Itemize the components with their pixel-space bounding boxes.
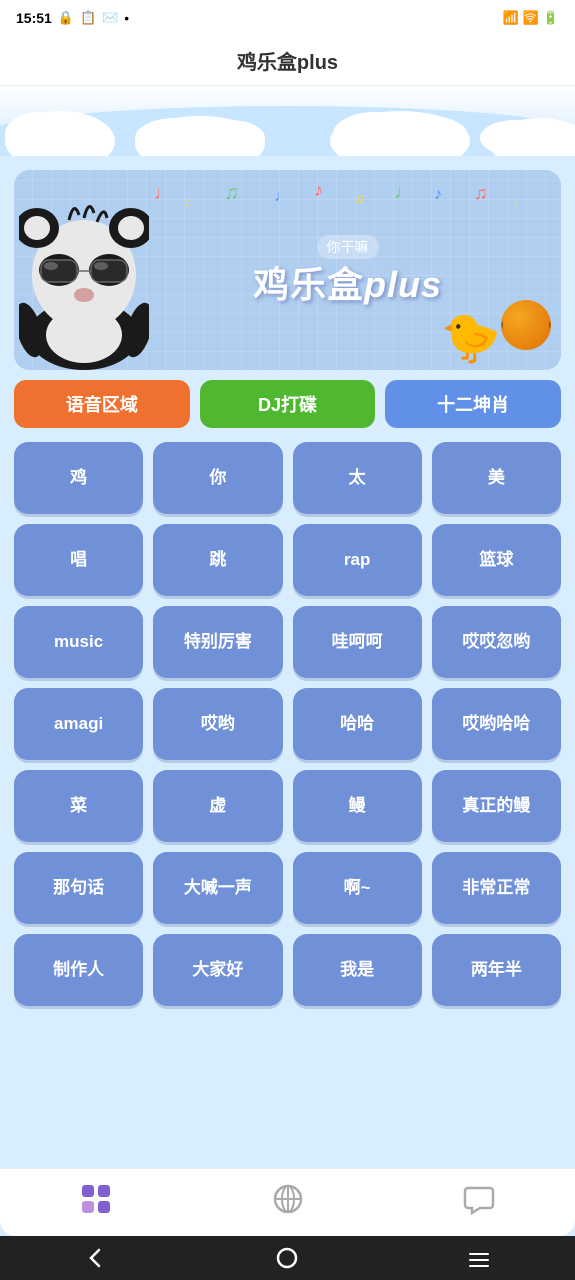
sound-btn-24[interactable]: 制作人: [14, 934, 143, 1006]
category-voice[interactable]: 语音区域: [14, 380, 190, 428]
home-button[interactable]: [265, 1236, 309, 1280]
sound-btn-19[interactable]: 真正的鳗: [432, 770, 561, 842]
back-button[interactable]: [74, 1236, 118, 1280]
sound-btn-0[interactable]: 鸡: [14, 442, 143, 514]
sound-btn-11[interactable]: 哎哎忽哟: [432, 606, 561, 678]
sound-btn-6[interactable]: rap: [293, 524, 422, 596]
sound-btn-17[interactable]: 虚: [153, 770, 282, 842]
sound-btn-21[interactable]: 大喊一声: [153, 852, 282, 924]
sound-grid: 鸡 你 太 美 唱 跳 rap 篮球 music 特别厉害 哇呵呵 哎哎忽哟 a…: [0, 442, 575, 1006]
status-icon3: ✉️: [102, 10, 118, 26]
discover-icon: [272, 1183, 304, 1222]
signal-icon: 📶: [502, 10, 518, 26]
status-dot: •: [124, 11, 129, 26]
banner-title: 鸡乐盒plus: [253, 265, 442, 305]
status-bar: 15:51 🔒 📋 ✉️ • 📶 🛜 🔋: [0, 0, 575, 36]
message-icon: [463, 1183, 495, 1222]
system-bar: [0, 1236, 575, 1280]
sound-btn-2[interactable]: 太: [293, 442, 422, 514]
status-icon2: 📋: [80, 10, 96, 26]
chick-character: 🐤: [441, 309, 501, 366]
category-dj[interactable]: DJ打碟: [200, 380, 376, 428]
sound-btn-1[interactable]: 你: [153, 442, 282, 514]
sound-btn-14[interactable]: 哈哈: [293, 688, 422, 760]
sound-btn-5[interactable]: 跳: [153, 524, 282, 596]
nav-home[interactable]: [0, 1169, 192, 1236]
main-content: ♩ ♪ ♫ ♩ ♪ ♫ ♩ ♪ ♫ ♩: [0, 156, 575, 1280]
app-header: 鸡乐盒plus: [0, 36, 575, 86]
app-title: 鸡乐盒plus: [237, 46, 338, 75]
battery-icon: 🔋: [543, 10, 559, 26]
nav-discover[interactable]: [192, 1169, 384, 1236]
sound-btn-9[interactable]: 特别厉害: [153, 606, 282, 678]
sound-btn-18[interactable]: 鳗: [293, 770, 422, 842]
menu-button[interactable]: [457, 1236, 501, 1280]
sound-btn-27[interactable]: 两年半: [432, 934, 561, 1006]
panda-character: [14, 180, 154, 370]
sound-btn-23[interactable]: 非常正常: [432, 852, 561, 924]
sound-btn-12[interactable]: amagi: [14, 688, 143, 760]
sound-btn-13[interactable]: 哎哟: [153, 688, 282, 760]
sound-btn-7[interactable]: 篮球: [432, 524, 561, 596]
sound-btn-10[interactable]: 哇呵呵: [293, 606, 422, 678]
bottom-nav: [0, 1168, 575, 1236]
sound-btn-3[interactable]: 美: [432, 442, 561, 514]
sound-btn-20[interactable]: 那句话: [14, 852, 143, 924]
nav-message[interactable]: [383, 1169, 575, 1236]
sound-btn-22[interactable]: 啊~: [293, 852, 422, 924]
cloud-decoration: [0, 86, 575, 156]
wifi-icon: 🛜: [523, 10, 539, 26]
banner: ♩ ♪ ♫ ♩ ♪ ♫ ♩ ♪ ♫ ♩: [14, 170, 561, 370]
sound-btn-26[interactable]: 我是: [293, 934, 422, 1006]
sound-btn-8[interactable]: music: [14, 606, 143, 678]
sound-btn-16[interactable]: 菜: [14, 770, 143, 842]
basketball: [501, 300, 551, 350]
category-zodiac[interactable]: 十二坤肖: [385, 380, 561, 428]
sound-btn-15[interactable]: 哎哟哈哈: [432, 688, 561, 760]
status-time: 15:51: [16, 10, 52, 26]
status-icon1: 🔒: [58, 10, 74, 26]
sound-btn-4[interactable]: 唱: [14, 524, 143, 596]
home-icon: [80, 1183, 112, 1222]
category-buttons: 语音区域 DJ打碟 十二坤肖: [14, 380, 561, 428]
sound-btn-25[interactable]: 大家好: [153, 934, 282, 1006]
banner-small-text: 你干嘛: [317, 235, 379, 259]
